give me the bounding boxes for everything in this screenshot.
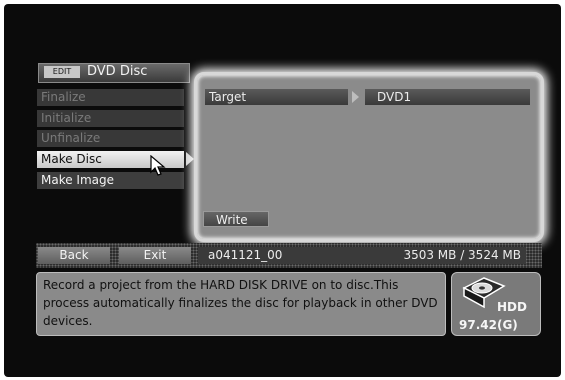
disk-usage: 3503 MB / 3524 MB: [403, 248, 521, 262]
edit-badge: EDIT: [44, 66, 80, 78]
hdd-capacity: 97.42(G): [459, 318, 518, 332]
menu-item-unfinalize: Unfinalize: [37, 130, 184, 147]
selection-arrow-icon: [186, 152, 194, 166]
mouse-pointer-icon: [150, 155, 166, 176]
menu-item-finalize: Finalize: [37, 89, 184, 106]
chevron-right-icon: [352, 91, 359, 103]
description-text: Record a project from the HARD DISK DRIV…: [36, 272, 446, 336]
write-button[interactable]: Write: [203, 211, 269, 227]
target-label: Target: [205, 89, 348, 105]
hdd-label: HDD: [497, 300, 527, 314]
target-select[interactable]: DVD1: [365, 89, 530, 105]
menu-item-initialize: Initialize: [37, 110, 184, 127]
exit-button[interactable]: Exit: [119, 247, 191, 264]
page-title: DVD Disc: [87, 64, 148, 79]
back-button[interactable]: Back: [38, 247, 110, 264]
project-name: a041121_00: [208, 248, 283, 262]
